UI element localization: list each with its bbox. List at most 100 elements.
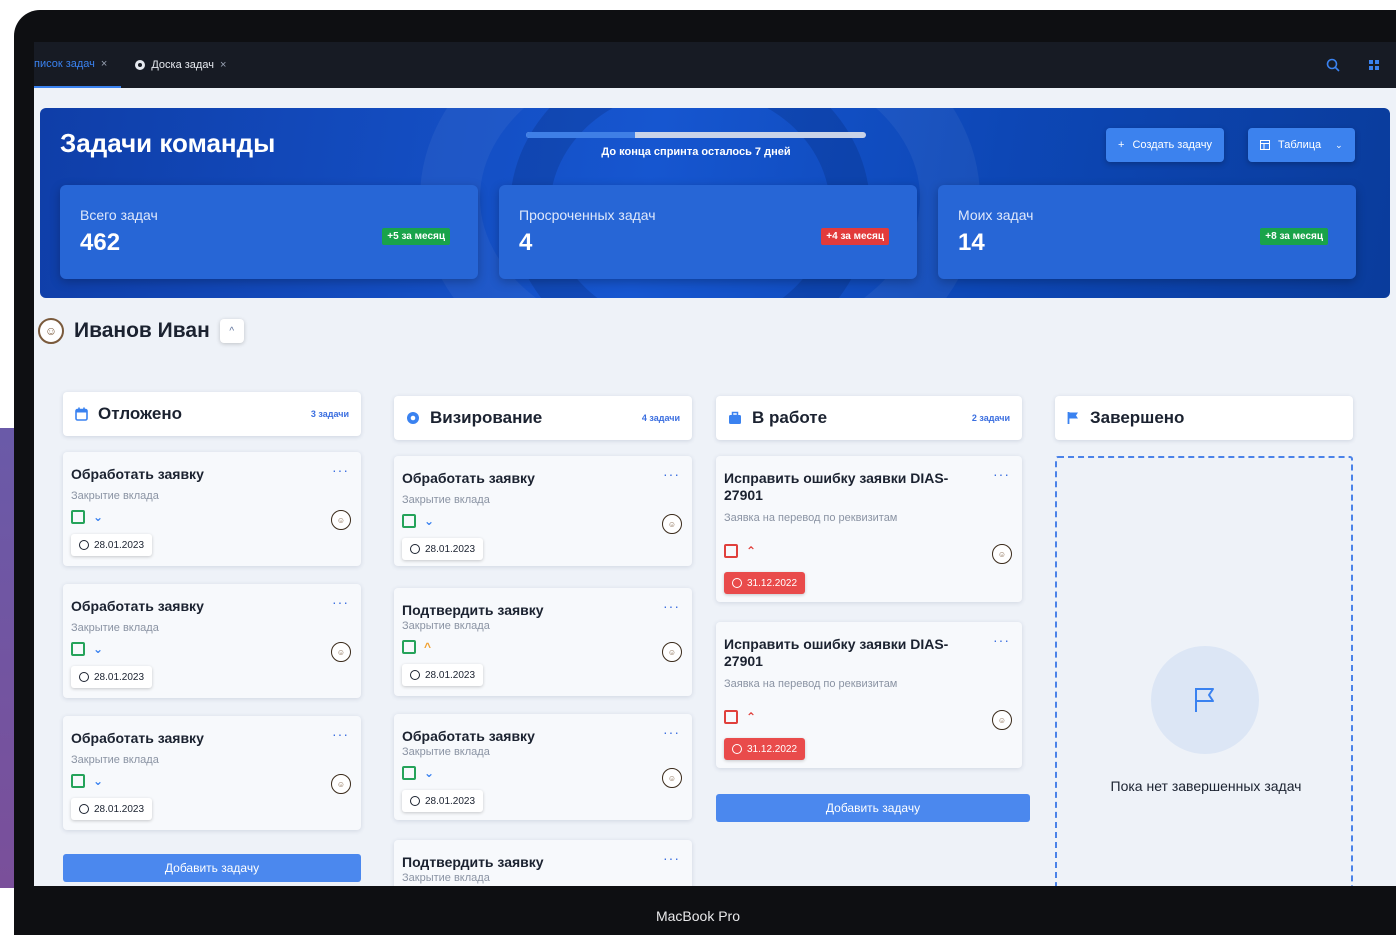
create-task-button[interactable]: + Создать задачу bbox=[1106, 128, 1224, 162]
empty-state-illustration bbox=[1151, 646, 1259, 754]
clock-icon bbox=[410, 670, 420, 680]
column-count: 2 задачи bbox=[971, 413, 1010, 423]
assignee-avatar: ☺ bbox=[662, 642, 682, 662]
clock-icon bbox=[732, 744, 742, 754]
more-icon[interactable]: ··· bbox=[332, 726, 349, 742]
column-header: Отложено 3 задачи bbox=[63, 392, 361, 436]
sprint-progress: До конца спринта осталось 7 дней bbox=[526, 132, 866, 158]
task-subtitle: Закрытие вклада bbox=[71, 754, 159, 766]
task-subtitle: Закрытие вклада bbox=[402, 620, 490, 632]
task-title: Обработать заявку bbox=[71, 730, 204, 746]
task-markers: ⌃ bbox=[724, 710, 756, 724]
due-date: 28.01.2023 bbox=[71, 666, 153, 688]
chevron-down-icon: ⌄ bbox=[424, 514, 435, 528]
user-group-header: ☺ Иванов Иван ^ bbox=[38, 318, 244, 344]
task-title: Подтвердить заявку bbox=[402, 854, 544, 870]
briefcase-icon bbox=[729, 411, 741, 424]
more-icon[interactable]: ··· bbox=[663, 466, 680, 482]
more-icon[interactable]: ··· bbox=[663, 850, 680, 866]
bookmark-icon bbox=[724, 710, 738, 724]
add-task-button[interactable]: Добавить задачу bbox=[63, 854, 361, 882]
tab-task-board[interactable]: Доска задач × bbox=[121, 42, 240, 88]
due-date: 28.01.2023 bbox=[402, 790, 484, 812]
task-card[interactable]: Обработать заявку ··· Закрытие вклада ⌄ … bbox=[63, 452, 361, 566]
board-icon bbox=[135, 60, 146, 70]
task-card[interactable]: Обработать заявку ··· Закрытие вклада ⌄ … bbox=[63, 584, 361, 698]
sprint-text: До конца спринта осталось 7 дней bbox=[601, 146, 791, 158]
assignee-avatar: ☺ bbox=[662, 768, 682, 788]
stat-label: Моих задач bbox=[958, 207, 1034, 223]
tab-label: Доска задач bbox=[151, 59, 214, 71]
clock-icon bbox=[732, 578, 742, 588]
drop-zone[interactable]: Пока нет завершенных задач bbox=[1055, 456, 1353, 886]
task-title: Обработать заявку bbox=[402, 470, 535, 486]
more-icon[interactable]: ··· bbox=[663, 724, 680, 740]
task-title: Обработать заявку bbox=[402, 728, 535, 744]
task-title: Обработать заявку bbox=[71, 598, 204, 614]
chevron-up-icon: ^ bbox=[424, 640, 432, 654]
more-icon[interactable]: ··· bbox=[993, 632, 1010, 648]
due-date: 28.01.2023 bbox=[71, 798, 153, 820]
create-task-label: Создать задачу bbox=[1132, 139, 1212, 151]
stat-total-tasks: Всего задач 462 +5 за месяц bbox=[60, 185, 478, 279]
chevron-up-icon: ^ bbox=[229, 325, 235, 337]
stat-badge: +4 за месяц bbox=[821, 228, 889, 245]
chevron-down-icon: ⌄ bbox=[424, 766, 435, 780]
due-date: 28.01.2023 bbox=[402, 664, 484, 686]
task-markers: ⌄ bbox=[402, 514, 434, 528]
flag-icon bbox=[1195, 688, 1214, 712]
task-markers: ⌃ bbox=[724, 544, 756, 558]
task-card[interactable]: Обработать заявку ··· Закрытие вклада ⌄ … bbox=[394, 456, 692, 566]
column-header: Завершено bbox=[1055, 396, 1353, 440]
date-text: 28.01.2023 bbox=[425, 543, 476, 555]
date-text: 31.12.2022 bbox=[747, 743, 798, 755]
grid-menu-icon[interactable] bbox=[1368, 59, 1380, 71]
tab-task-list[interactable]: писок задач × bbox=[34, 42, 122, 88]
bookmark-icon bbox=[724, 544, 738, 558]
task-card[interactable]: Исправить ошибку заявки DIAS-27901 ··· З… bbox=[716, 456, 1022, 602]
task-card[interactable]: Исправить ошибку заявки DIAS-27901 ··· З… bbox=[716, 622, 1022, 768]
plus-icon: + bbox=[1118, 139, 1125, 151]
chevron-down-icon: ⌄ bbox=[1335, 139, 1343, 150]
column-title: В работе bbox=[752, 408, 828, 427]
more-icon[interactable]: ··· bbox=[332, 594, 349, 610]
date-text: 28.01.2023 bbox=[94, 803, 145, 815]
stat-value: 4 bbox=[519, 229, 533, 256]
page-title: Задачи команды bbox=[60, 128, 276, 158]
bookmark-icon bbox=[402, 514, 416, 528]
sprint-progress-fill bbox=[526, 132, 635, 138]
column-done: Завершено Пока нет завершенных задач bbox=[1055, 384, 1365, 886]
close-icon[interactable]: × bbox=[101, 58, 107, 70]
stat-overdue-tasks: Просроченных задач 4 +4 за месяц bbox=[499, 185, 917, 279]
task-title: Подтвердить заявку bbox=[402, 602, 544, 618]
device-label: MacBook Pro bbox=[655, 908, 741, 924]
task-markers: ⌄ bbox=[71, 642, 103, 656]
close-icon[interactable]: × bbox=[220, 59, 226, 71]
task-card[interactable]: Обработать заявку ··· Закрытие вклада ⌄ … bbox=[63, 716, 361, 830]
task-title: Исправить ошибку заявки DIAS-27901 bbox=[724, 636, 949, 669]
bookmark-icon bbox=[71, 510, 85, 524]
collapse-button[interactable]: ^ bbox=[219, 319, 244, 343]
date-text: 28.01.2023 bbox=[94, 671, 145, 683]
more-icon[interactable]: ··· bbox=[332, 462, 349, 478]
search-icon[interactable] bbox=[1326, 58, 1340, 72]
more-icon[interactable]: ··· bbox=[993, 466, 1010, 482]
task-subtitle: Заявка на перевод по реквизитам bbox=[724, 512, 898, 524]
task-subtitle: Закрытие вклада bbox=[71, 622, 159, 634]
task-card[interactable]: Подтвердить заявку ··· Закрытие вклада bbox=[394, 840, 692, 886]
task-card[interactable]: Подтвердить заявку ··· Закрытие вклада ^… bbox=[394, 588, 692, 696]
assignee-avatar: ☺ bbox=[992, 544, 1012, 564]
date-text: 28.01.2023 bbox=[94, 539, 145, 551]
add-task-button[interactable]: Добавить задачу bbox=[716, 794, 1030, 822]
column-count: 4 задачи bbox=[641, 413, 680, 423]
stat-label: Всего задач bbox=[80, 207, 158, 223]
date-text: 31.12.2022 bbox=[747, 577, 798, 589]
table-icon bbox=[1260, 140, 1270, 150]
task-subtitle: Заявка на перевод по реквизитам bbox=[724, 678, 898, 690]
assignee-avatar: ☺ bbox=[331, 642, 351, 662]
view-select-button[interactable]: Таблица ⌄ bbox=[1248, 128, 1355, 162]
task-card[interactable]: Обработать заявку ··· Закрытие вклада ⌄ … bbox=[394, 714, 692, 820]
due-date-overdue: 31.12.2022 bbox=[724, 572, 806, 594]
bookmark-icon bbox=[71, 774, 85, 788]
more-icon[interactable]: ··· bbox=[663, 598, 680, 614]
